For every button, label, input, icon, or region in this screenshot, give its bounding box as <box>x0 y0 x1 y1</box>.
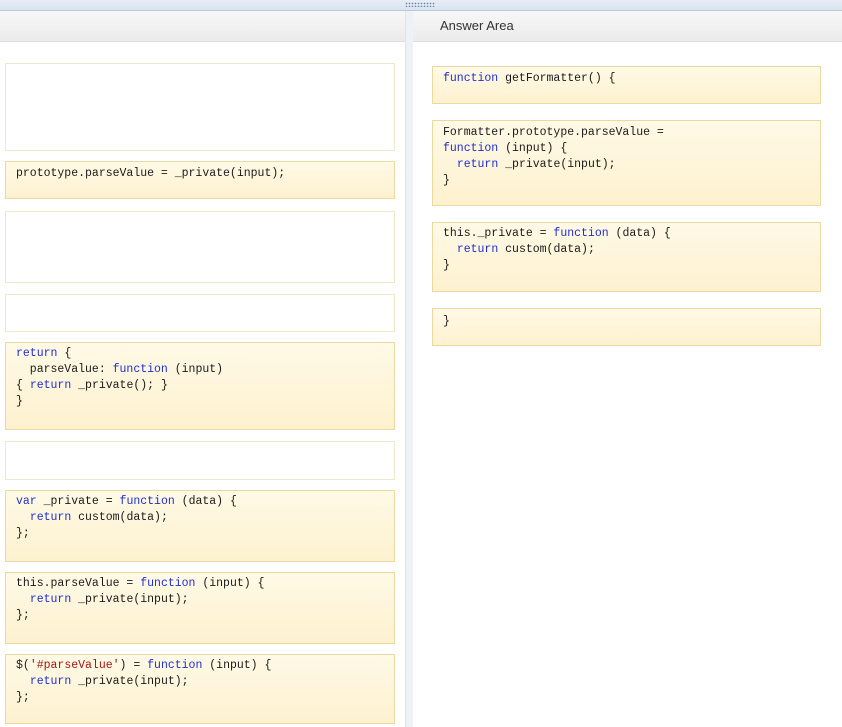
code-line: parseValue: function (input) <box>16 362 384 378</box>
code-text: }; <box>16 691 30 704</box>
code-line: } <box>443 314 810 330</box>
code-line: return custom(data); <box>16 510 384 526</box>
code-line: return _private(input); <box>443 157 810 173</box>
empty-source-slot <box>5 441 395 480</box>
code-line: { return _private(); } <box>16 378 384 394</box>
code-line: $('#parseValue') = function (input) { <box>16 658 384 674</box>
code-keyword: return <box>29 379 72 392</box>
code-text: (data) { <box>174 495 237 508</box>
code-text: (data) { <box>608 227 671 240</box>
code-keyword: function <box>119 495 175 508</box>
code-text: }; <box>16 609 30 622</box>
code-text: _private(input); <box>71 675 189 688</box>
code-text: } <box>443 315 450 328</box>
code-line: this.parseValue = function (input) { <box>16 576 384 592</box>
code-text: parseValue: <box>16 363 113 376</box>
code-text: (input) { <box>202 659 272 672</box>
code-text: this.parseValue = <box>16 577 141 590</box>
code-string: '#parseValue' <box>29 659 120 672</box>
code-line: }; <box>16 526 384 542</box>
code-keyword: return <box>456 243 499 256</box>
code-text: _private = <box>36 495 120 508</box>
code-line: } <box>443 173 810 189</box>
answer-tile-formatter-prototype[interactable]: Formatter.prototype.parseValue = function… <box>432 120 821 206</box>
code-text: } <box>443 259 450 272</box>
code-text: Formatter.prototype.parseValue = <box>443 126 664 139</box>
code-line: }; <box>16 690 384 706</box>
code-line: }; <box>16 608 384 624</box>
code-keyword: function <box>140 577 196 590</box>
code-text: (input) <box>167 363 224 376</box>
code-keyword: return <box>456 158 499 171</box>
code-text: (input) { <box>498 142 568 155</box>
code-text: custom(data); <box>498 243 595 256</box>
code-keyword: function <box>147 659 203 672</box>
code-text: }; <box>16 527 30 540</box>
answer-area-title: Answer Area <box>440 18 514 33</box>
code-keyword: function <box>443 142 499 155</box>
answer-pane: Answer Area function getFormatter() { Fo… <box>413 11 842 727</box>
code-text: _private(input); <box>498 158 616 171</box>
code-text: } <box>16 395 23 408</box>
code-keyword: return <box>29 511 72 524</box>
code-tile-prototype-parsevalue[interactable]: prototype.parseValue = _private(input); <box>5 161 395 199</box>
code-keyword: var <box>16 495 37 508</box>
code-keyword: return <box>16 347 58 360</box>
empty-source-slot <box>5 63 395 151</box>
code-text: prototype.parseValue = _private(input); <box>16 167 286 180</box>
code-tile-this-parsevalue[interactable]: this.parseValue = function (input) { ret… <box>5 572 395 644</box>
code-line: return _private(input); <box>16 592 384 608</box>
code-text: $( <box>16 659 30 672</box>
code-line: return { <box>16 346 384 362</box>
code-keyword: return <box>29 593 72 606</box>
code-keyword: function <box>553 227 609 240</box>
code-text: } <box>443 174 450 187</box>
code-line: prototype.parseValue = _private(input); <box>16 166 384 182</box>
pane-resize-grip-icon[interactable] <box>405 2 435 7</box>
code-text: custom(data); <box>71 511 168 524</box>
code-line: return _private(input); <box>16 674 384 690</box>
empty-source-slot <box>5 294 395 332</box>
code-text: (input) { <box>195 577 265 590</box>
code-text: _private(); } <box>71 379 168 392</box>
code-line: Formatter.prototype.parseValue = <box>443 125 810 141</box>
code-text: this._private = <box>443 227 554 240</box>
code-line: function (input) { <box>443 141 810 157</box>
empty-source-slot <box>5 211 395 283</box>
code-tile-return-object[interactable]: return { parseValue: function (input){ r… <box>5 342 395 430</box>
answer-tile-this-private[interactable]: this._private = function (data) { return… <box>432 222 821 292</box>
code-line: return custom(data); <box>443 242 810 258</box>
code-keyword: function <box>443 72 499 85</box>
answer-area-header: Answer Area <box>413 11 842 42</box>
answer-tile-closing-brace[interactable]: } <box>432 308 821 346</box>
code-text: { <box>57 347 72 360</box>
source-pane-header <box>0 11 405 42</box>
code-keyword: return <box>29 675 72 688</box>
code-text: ) = <box>119 659 148 672</box>
code-line: } <box>443 258 810 274</box>
source-pane: prototype.parseValue = _private(input); … <box>0 11 405 727</box>
code-line: function getFormatter() { <box>443 71 810 87</box>
code-line: var _private = function (data) { <box>16 494 384 510</box>
code-text: getFormatter() { <box>498 72 616 85</box>
code-line: } <box>16 394 384 410</box>
window-top-bar <box>0 0 842 11</box>
code-text: { <box>16 379 30 392</box>
answer-tile-get-formatter[interactable]: function getFormatter() { <box>432 66 821 104</box>
code-text: _private(input); <box>71 593 189 606</box>
code-tile-var-private[interactable]: var _private = function (data) { return … <box>5 490 395 562</box>
code-tile-jquery-parsevalue[interactable]: $('#parseValue') = function (input) { re… <box>5 654 395 724</box>
code-keyword: function <box>112 363 168 376</box>
code-line: this._private = function (data) { <box>443 226 810 242</box>
